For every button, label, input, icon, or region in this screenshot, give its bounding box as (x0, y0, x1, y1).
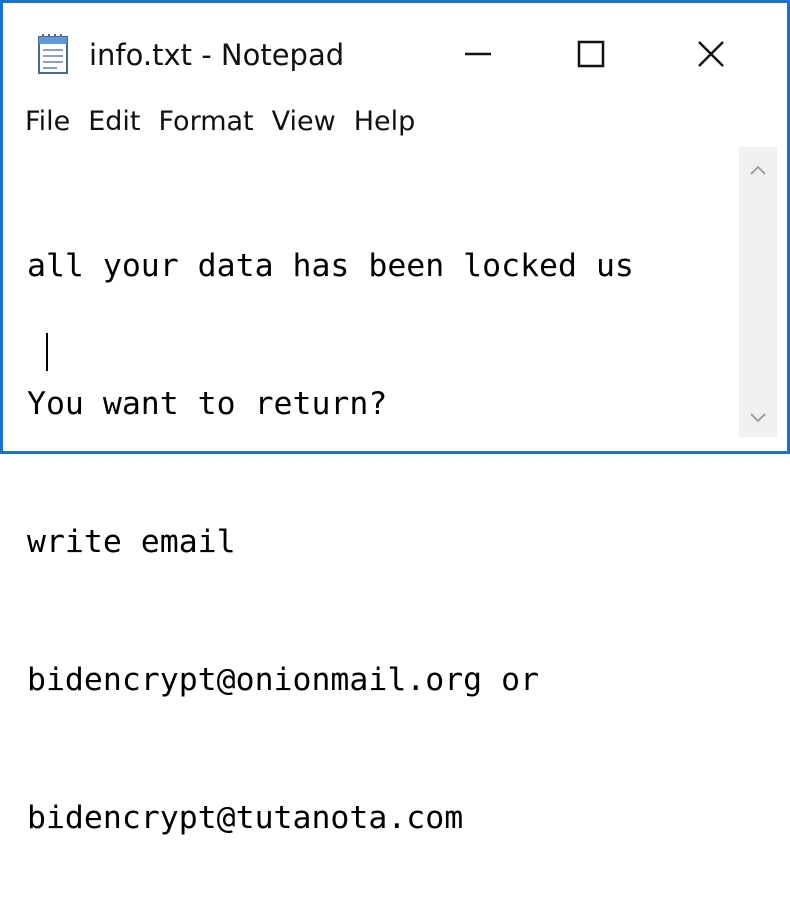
scroll-down-button[interactable] (739, 401, 777, 435)
menu-file[interactable]: File (3, 102, 79, 142)
chevron-up-icon (750, 165, 766, 175)
editor-line-5: bidencrypt@tutanota.com (27, 800, 464, 836)
editor-line-1: all your data has been locked us (27, 248, 634, 284)
maximize-button[interactable] (533, 23, 649, 85)
text-caret (46, 333, 48, 371)
editor-line-4: bidencrypt@onionmail.org or (27, 662, 540, 698)
menu-edit[interactable]: Edit (79, 102, 149, 142)
close-button[interactable] (653, 23, 769, 85)
vertical-scrollbar[interactable] (739, 147, 777, 437)
menu-bar: File Edit Format View Help (3, 99, 787, 145)
maximize-icon (577, 40, 605, 68)
editor-content[interactable]: all your data has been locked us You wan… (27, 151, 634, 908)
minimize-icon (465, 52, 491, 56)
menu-help[interactable]: Help (345, 102, 425, 142)
notepad-window: info.txt - Notepad File Edit Format View… (0, 0, 790, 836)
menu-view[interactable]: View (263, 102, 345, 142)
notepad-app-icon[interactable] (35, 33, 73, 75)
close-icon (698, 41, 724, 67)
text-editor[interactable]: all your data has been locked us You wan… (3, 147, 737, 836)
menu-format[interactable]: Format (149, 102, 262, 142)
editor-line-3: write email (27, 524, 236, 560)
scroll-up-button[interactable] (739, 153, 777, 187)
minimize-button[interactable] (420, 23, 536, 85)
window-title: info.txt - Notepad (89, 38, 345, 72)
chevron-down-icon (750, 413, 766, 423)
editor-line-2: You want to return? (27, 386, 388, 422)
title-bar[interactable]: info.txt - Notepad (3, 3, 787, 91)
